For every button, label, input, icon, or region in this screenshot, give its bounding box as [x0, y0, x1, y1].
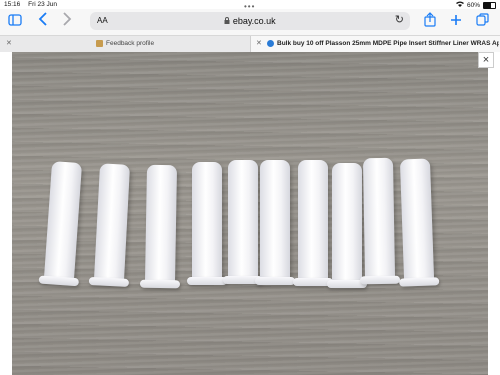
image-viewer: ×: [0, 52, 500, 375]
clock: 15:16: [4, 1, 21, 8]
tab-label: Bulk buy 10 off Plasson 25mm MDPE Pipe I…: [277, 40, 499, 47]
wifi-icon: [455, 1, 464, 9]
tabs-icon[interactable]: [476, 12, 489, 30]
close-tab-icon[interactable]: ✕: [256, 39, 262, 47]
tab-listing[interactable]: ✕ Bulk buy 10 off Plasson 25mm MDPE Pipe…: [250, 36, 500, 52]
close-viewer-button[interactable]: ×: [478, 52, 494, 68]
tab-feedback-profile[interactable]: ✕ Feedback profile: [0, 36, 250, 52]
battery-icon: [483, 1, 496, 9]
url-text: ebay.co.uk: [232, 16, 276, 26]
pipe-insert: [139, 164, 181, 289]
pipe-insert: [399, 158, 440, 287]
tab-bar: ✕ Feedback profile ✕ Bulk buy 10 off Pla…: [0, 35, 500, 53]
plus-icon[interactable]: [450, 12, 462, 30]
pipe-insert: [187, 162, 227, 285]
date: Fri 23 Jun: [28, 1, 57, 8]
share-icon[interactable]: [424, 12, 436, 31]
pipe-insert: [293, 160, 333, 286]
favicon-icon: [267, 40, 274, 47]
tab-label: Feedback profile: [106, 40, 155, 47]
product-photo[interactable]: [12, 52, 488, 375]
battery-percent: 60%: [466, 1, 480, 9]
forward-icon[interactable]: [62, 12, 72, 30]
pipe-insert: [255, 160, 295, 285]
close-tab-icon[interactable]: ✕: [6, 39, 12, 47]
back-icon[interactable]: [38, 12, 48, 30]
lock-icon: [224, 16, 233, 26]
browser-toolbar: ••• AA ebay.co.uk ↻: [0, 2, 500, 35]
favicon-icon: [96, 40, 103, 47]
reload-icon[interactable]: ↻: [395, 13, 404, 26]
pipe-insert: [38, 161, 83, 287]
sidebar-icon[interactable]: [8, 12, 22, 30]
pipe-insert: [88, 163, 131, 287]
pipe-insert: [327, 163, 367, 288]
pipe-insert: [360, 157, 401, 285]
multitasking-dots-icon[interactable]: •••: [244, 2, 255, 11]
address-bar[interactable]: AA ebay.co.uk ↻: [90, 12, 410, 30]
pipe-insert: [223, 160, 263, 284]
